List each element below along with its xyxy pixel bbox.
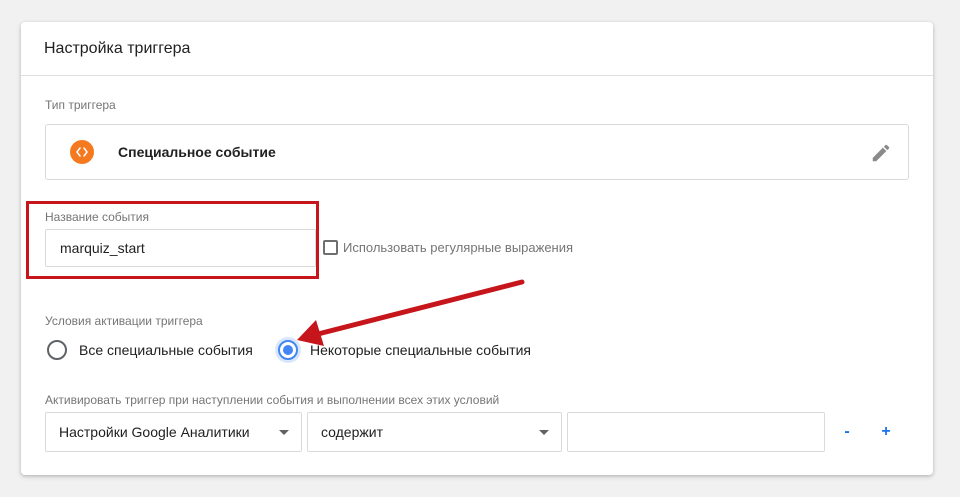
page-title: Настройка триггера — [44, 39, 191, 57]
add-condition-button[interactable]: + — [874, 420, 898, 444]
remove-condition-button[interactable]: - — [835, 420, 859, 444]
variable-select[interactable]: Настройки Google Аналитики — [45, 412, 302, 452]
radio-some-events[interactable]: Некоторые специальные события — [278, 340, 531, 360]
regex-checkbox[interactable] — [323, 240, 338, 255]
pencil-icon[interactable] — [870, 142, 892, 164]
radio-label: Все специальные события — [79, 342, 253, 358]
radio-button[interactable] — [47, 340, 67, 360]
trigger-type-selector[interactable]: Специальное событие — [45, 124, 909, 180]
operator-select-value: содержит — [321, 424, 383, 440]
trigger-type-name: Специальное событие — [118, 144, 276, 160]
trigger-type-label: Тип триггера — [45, 98, 116, 112]
chevron-down-icon — [279, 430, 289, 435]
conditions-label: Активировать триггер при наступлении соб… — [45, 393, 500, 407]
regex-option[interactable]: Использовать регулярные выражения — [323, 240, 573, 255]
operator-select[interactable]: содержит — [307, 412, 562, 452]
activation-label: Условия активации триггера — [45, 314, 203, 328]
custom-event-icon — [70, 140, 94, 164]
radio-label: Некоторые специальные события — [310, 342, 531, 358]
regex-checkbox-label: Использовать регулярные выражения — [343, 240, 574, 255]
radio-all-events[interactable]: Все специальные события — [47, 340, 253, 360]
chevron-down-icon — [539, 430, 549, 435]
trigger-config-card: Настройка триггера Тип триггера Специаль… — [21, 22, 933, 475]
event-name-label: Название события — [45, 210, 149, 224]
card-header: Настройка триггера — [21, 22, 933, 76]
condition-value-input[interactable] — [567, 412, 825, 452]
variable-select-value: Настройки Google Аналитики — [59, 424, 250, 440]
radio-button-selected[interactable] — [278, 340, 298, 360]
event-name-input[interactable] — [45, 229, 316, 267]
